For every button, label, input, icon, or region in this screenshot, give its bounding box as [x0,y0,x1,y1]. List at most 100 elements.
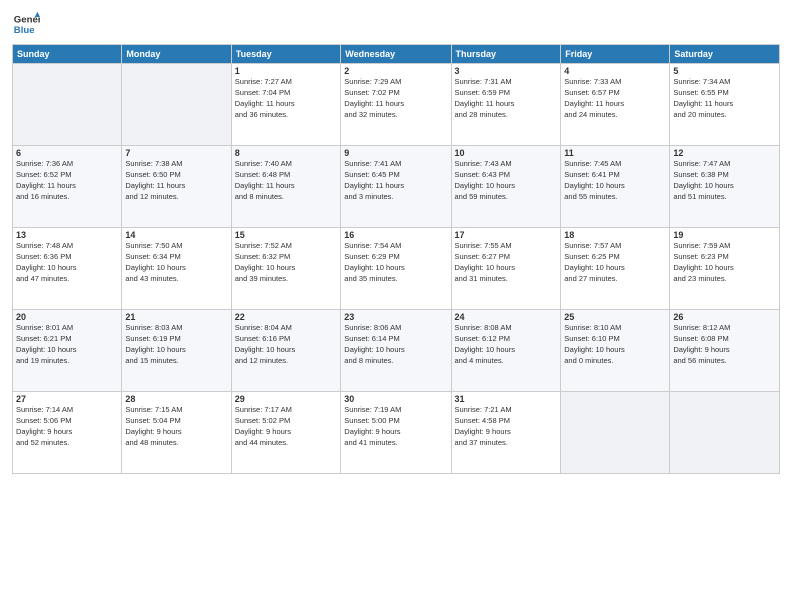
day-info: Sunrise: 7:29 AM Sunset: 7:02 PM Dayligh… [344,77,447,121]
calendar-day-cell: 20Sunrise: 8:01 AM Sunset: 6:21 PM Dayli… [13,310,122,392]
day-number: 5 [673,66,776,76]
calendar-week-row: 1Sunrise: 7:27 AM Sunset: 7:04 PM Daylig… [13,64,780,146]
calendar-day-cell: 10Sunrise: 7:43 AM Sunset: 6:43 PM Dayli… [451,146,561,228]
calendar-day-cell [122,64,231,146]
day-info: Sunrise: 7:47 AM Sunset: 6:38 PM Dayligh… [673,159,776,203]
logo-icon: General Blue [12,10,40,38]
day-number: 17 [455,230,558,240]
day-number: 8 [235,148,338,158]
weekday-header: Friday [561,45,670,64]
day-number: 16 [344,230,447,240]
calendar-day-cell: 31Sunrise: 7:21 AM Sunset: 4:58 PM Dayli… [451,392,561,474]
day-number: 13 [16,230,118,240]
calendar-week-row: 27Sunrise: 7:14 AM Sunset: 5:06 PM Dayli… [13,392,780,474]
calendar-week-row: 6Sunrise: 7:36 AM Sunset: 6:52 PM Daylig… [13,146,780,228]
logo: General Blue [12,10,40,38]
day-number: 7 [125,148,227,158]
weekday-header: Tuesday [231,45,341,64]
day-info: Sunrise: 7:34 AM Sunset: 6:55 PM Dayligh… [673,77,776,121]
day-number: 22 [235,312,338,322]
calendar-day-cell: 18Sunrise: 7:57 AM Sunset: 6:25 PM Dayli… [561,228,670,310]
calendar-day-cell: 22Sunrise: 8:04 AM Sunset: 6:16 PM Dayli… [231,310,341,392]
calendar-day-cell [13,64,122,146]
day-number: 20 [16,312,118,322]
calendar-day-cell: 3Sunrise: 7:31 AM Sunset: 6:59 PM Daylig… [451,64,561,146]
day-number: 1 [235,66,338,76]
day-number: 30 [344,394,447,404]
calendar-week-row: 13Sunrise: 7:48 AM Sunset: 6:36 PM Dayli… [13,228,780,310]
day-number: 11 [564,148,666,158]
calendar-day-cell: 27Sunrise: 7:14 AM Sunset: 5:06 PM Dayli… [13,392,122,474]
day-number: 24 [455,312,558,322]
day-number: 12 [673,148,776,158]
calendar-day-cell: 1Sunrise: 7:27 AM Sunset: 7:04 PM Daylig… [231,64,341,146]
calendar-table: SundayMondayTuesdayWednesdayThursdayFrid… [12,44,780,474]
weekday-header: Wednesday [341,45,451,64]
day-info: Sunrise: 7:48 AM Sunset: 6:36 PM Dayligh… [16,241,118,285]
day-info: Sunrise: 8:04 AM Sunset: 6:16 PM Dayligh… [235,323,338,367]
day-number: 9 [344,148,447,158]
day-number: 31 [455,394,558,404]
calendar-day-cell [561,392,670,474]
calendar-day-cell: 8Sunrise: 7:40 AM Sunset: 6:48 PM Daylig… [231,146,341,228]
calendar-day-cell: 6Sunrise: 7:36 AM Sunset: 6:52 PM Daylig… [13,146,122,228]
day-info: Sunrise: 8:01 AM Sunset: 6:21 PM Dayligh… [16,323,118,367]
calendar-day-cell: 26Sunrise: 8:12 AM Sunset: 6:08 PM Dayli… [670,310,780,392]
calendar-week-row: 20Sunrise: 8:01 AM Sunset: 6:21 PM Dayli… [13,310,780,392]
day-number: 26 [673,312,776,322]
weekday-header: Thursday [451,45,561,64]
calendar-day-cell [670,392,780,474]
day-number: 28 [125,394,227,404]
day-info: Sunrise: 7:59 AM Sunset: 6:23 PM Dayligh… [673,241,776,285]
day-number: 2 [344,66,447,76]
calendar-day-cell: 11Sunrise: 7:45 AM Sunset: 6:41 PM Dayli… [561,146,670,228]
day-info: Sunrise: 7:17 AM Sunset: 5:02 PM Dayligh… [235,405,338,449]
day-number: 14 [125,230,227,240]
calendar-day-cell: 24Sunrise: 8:08 AM Sunset: 6:12 PM Dayli… [451,310,561,392]
day-info: Sunrise: 7:57 AM Sunset: 6:25 PM Dayligh… [564,241,666,285]
calendar-day-cell: 19Sunrise: 7:59 AM Sunset: 6:23 PM Dayli… [670,228,780,310]
day-info: Sunrise: 8:03 AM Sunset: 6:19 PM Dayligh… [125,323,227,367]
day-info: Sunrise: 7:15 AM Sunset: 5:04 PM Dayligh… [125,405,227,449]
day-number: 18 [564,230,666,240]
calendar-day-cell: 17Sunrise: 7:55 AM Sunset: 6:27 PM Dayli… [451,228,561,310]
day-info: Sunrise: 7:21 AM Sunset: 4:58 PM Dayligh… [455,405,558,449]
day-number: 3 [455,66,558,76]
calendar-header-row: SundayMondayTuesdayWednesdayThursdayFrid… [13,45,780,64]
calendar-day-cell: 21Sunrise: 8:03 AM Sunset: 6:19 PM Dayli… [122,310,231,392]
day-info: Sunrise: 7:40 AM Sunset: 6:48 PM Dayligh… [235,159,338,203]
day-number: 23 [344,312,447,322]
calendar-day-cell: 14Sunrise: 7:50 AM Sunset: 6:34 PM Dayli… [122,228,231,310]
day-number: 10 [455,148,558,158]
day-number: 4 [564,66,666,76]
calendar-day-cell: 12Sunrise: 7:47 AM Sunset: 6:38 PM Dayli… [670,146,780,228]
day-info: Sunrise: 7:36 AM Sunset: 6:52 PM Dayligh… [16,159,118,203]
calendar-day-cell: 23Sunrise: 8:06 AM Sunset: 6:14 PM Dayli… [341,310,451,392]
calendar-day-cell: 7Sunrise: 7:38 AM Sunset: 6:50 PM Daylig… [122,146,231,228]
calendar-day-cell: 25Sunrise: 8:10 AM Sunset: 6:10 PM Dayli… [561,310,670,392]
svg-text:Blue: Blue [14,25,35,36]
day-info: Sunrise: 7:52 AM Sunset: 6:32 PM Dayligh… [235,241,338,285]
day-info: Sunrise: 7:38 AM Sunset: 6:50 PM Dayligh… [125,159,227,203]
day-number: 25 [564,312,666,322]
page-header: General Blue [12,10,780,38]
day-info: Sunrise: 8:08 AM Sunset: 6:12 PM Dayligh… [455,323,558,367]
day-number: 21 [125,312,227,322]
calendar-day-cell: 30Sunrise: 7:19 AM Sunset: 5:00 PM Dayli… [341,392,451,474]
day-number: 6 [16,148,118,158]
calendar-day-cell: 9Sunrise: 7:41 AM Sunset: 6:45 PM Daylig… [341,146,451,228]
calendar-day-cell: 2Sunrise: 7:29 AM Sunset: 7:02 PM Daylig… [341,64,451,146]
day-info: Sunrise: 7:31 AM Sunset: 6:59 PM Dayligh… [455,77,558,121]
day-info: Sunrise: 8:12 AM Sunset: 6:08 PM Dayligh… [673,323,776,367]
day-info: Sunrise: 8:10 AM Sunset: 6:10 PM Dayligh… [564,323,666,367]
weekday-header: Monday [122,45,231,64]
calendar-day-cell: 29Sunrise: 7:17 AM Sunset: 5:02 PM Dayli… [231,392,341,474]
day-info: Sunrise: 7:19 AM Sunset: 5:00 PM Dayligh… [344,405,447,449]
day-info: Sunrise: 8:06 AM Sunset: 6:14 PM Dayligh… [344,323,447,367]
calendar-day-cell: 5Sunrise: 7:34 AM Sunset: 6:55 PM Daylig… [670,64,780,146]
calendar-day-cell: 4Sunrise: 7:33 AM Sunset: 6:57 PM Daylig… [561,64,670,146]
day-number: 29 [235,394,338,404]
day-number: 27 [16,394,118,404]
day-info: Sunrise: 7:33 AM Sunset: 6:57 PM Dayligh… [564,77,666,121]
day-info: Sunrise: 7:41 AM Sunset: 6:45 PM Dayligh… [344,159,447,203]
